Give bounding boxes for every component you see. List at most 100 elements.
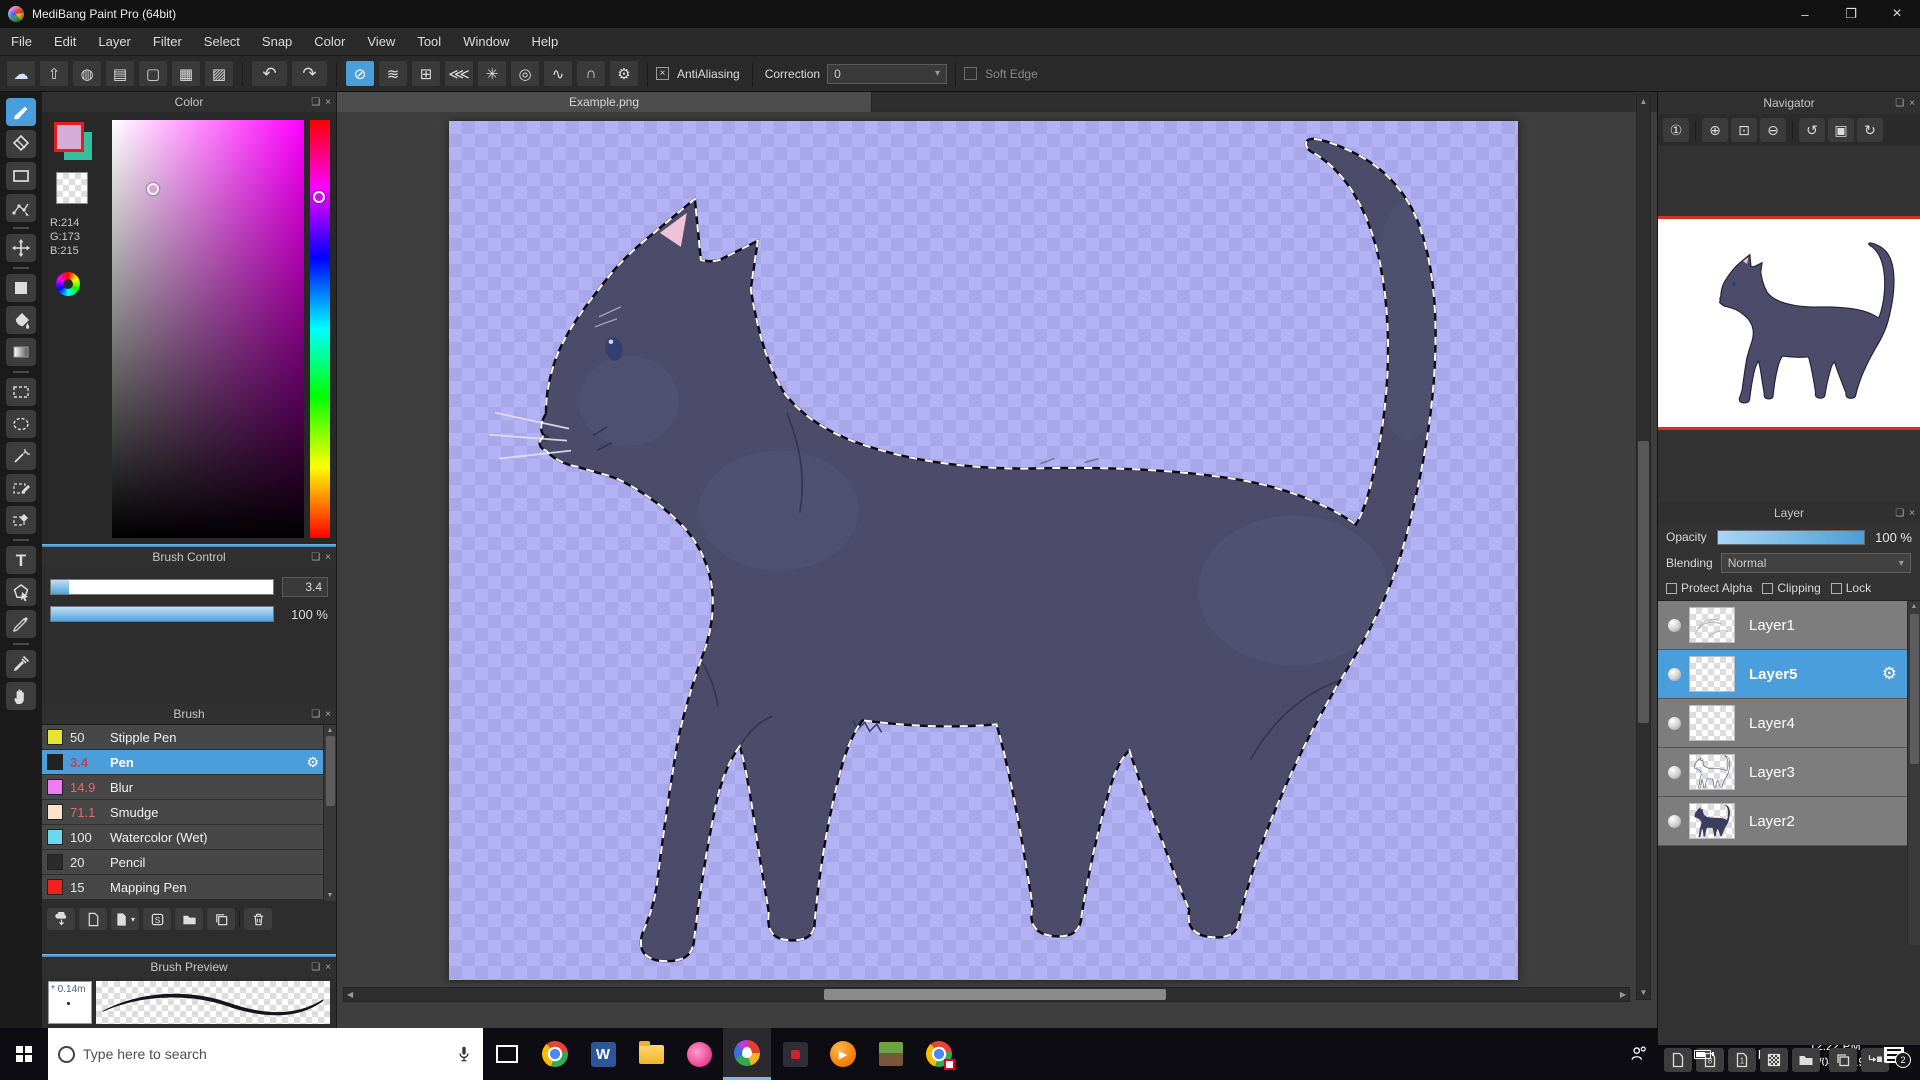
scroll-down-icon[interactable]: ▼ (327, 890, 334, 901)
soft-edge-checkbox[interactable]: Soft Edge (964, 67, 1042, 81)
minimize-button[interactable]: – (1782, 0, 1828, 28)
layer-visibility-toggle[interactable] (1668, 667, 1681, 681)
taskbar-media-player[interactable]: ▶ (819, 1028, 867, 1080)
maximize-button[interactable]: ❐ (1828, 0, 1874, 28)
microphone-icon[interactable] (455, 1045, 473, 1063)
publish-button[interactable]: ◍ (72, 60, 102, 87)
menu-layer[interactable]: Layer (87, 28, 142, 55)
bucket-tool[interactable] (6, 306, 36, 334)
popout-icon[interactable]: ❏ (1895, 98, 1904, 109)
layer-visibility-toggle[interactable] (1668, 814, 1681, 828)
taskbar-word[interactable]: W (579, 1028, 627, 1080)
text-tool[interactable]: T (6, 546, 36, 574)
control-point-tool[interactable] (6, 194, 36, 222)
hue-bar[interactable] (310, 120, 330, 538)
rotate-cw-button[interactable]: ↻ (1857, 118, 1883, 142)
close-button[interactable]: × (1874, 0, 1920, 28)
scroll-right-icon[interactable]: ▶ (1617, 990, 1629, 999)
menu-filter[interactable]: Filter (142, 28, 193, 55)
scroll-up-icon[interactable]: ▲ (1640, 95, 1648, 108)
layer-visibility-toggle[interactable] (1668, 716, 1681, 730)
people-button[interactable] (1621, 1028, 1657, 1080)
rotate-ccw-button[interactable]: ↺ (1799, 118, 1825, 142)
redo-button[interactable]: ↷ (291, 60, 328, 87)
brush-settings-gear-icon[interactable]: ⚙ (306, 754, 319, 771)
scrollbar-thumb[interactable] (824, 989, 1166, 1000)
magic-wand-tool[interactable] (6, 442, 36, 470)
brush-list-scrollbar[interactable]: ▲ ▼ (323, 725, 336, 901)
brush-folder-button[interactable] (175, 908, 203, 930)
fill-rect-tool[interactable] (6, 274, 36, 302)
layer-row-layer1[interactable]: Layer1 (1658, 601, 1907, 650)
antialiasing-checkbox[interactable]: × AntiAliasing (656, 67, 744, 81)
add-brush-menu-button[interactable]: ▾ (111, 908, 139, 930)
fit-to-screen-button[interactable]: ⊡ (1731, 118, 1757, 142)
close-icon[interactable]: × (1909, 508, 1915, 519)
download-cloud-brush-button[interactable] (47, 908, 75, 930)
duplicate-layer-button[interactable] (1829, 1048, 1857, 1072)
taskbar-browser-2[interactable] (915, 1028, 963, 1080)
color-picker-handle[interactable] (146, 182, 159, 195)
clipping-checkbox[interactable]: Clipping (1762, 581, 1821, 595)
lasso-tool[interactable] (6, 410, 36, 438)
close-icon[interactable]: × (325, 962, 331, 973)
menu-edit[interactable]: Edit (43, 28, 87, 55)
close-icon[interactable]: × (325, 97, 331, 108)
menu-color[interactable]: Color (303, 28, 356, 55)
popout-icon[interactable]: ❏ (1895, 508, 1904, 519)
cloud-button[interactable]: ☁ (6, 60, 36, 87)
brush-row-pen-selected[interactable]: 3.4 Pen ⚙ (42, 750, 323, 775)
operation-select-tool[interactable] (6, 578, 36, 606)
layer-visibility-toggle[interactable] (1668, 618, 1681, 632)
protect-alpha-checkbox[interactable]: Protect Alpha (1666, 581, 1752, 595)
select-eraser-tool[interactable] (6, 506, 36, 534)
brush-row-blur[interactable]: 14.9 Blur (42, 775, 323, 800)
add-layer-button[interactable] (1664, 1048, 1692, 1072)
start-button[interactable] (0, 1028, 48, 1080)
taskbar-dark-app[interactable] (771, 1028, 819, 1080)
lock-checkbox[interactable]: Lock (1830, 581, 1871, 595)
taskbar-minecraft[interactable] (867, 1028, 915, 1080)
menu-view[interactable]: View (356, 28, 406, 55)
vanishing-snap-button[interactable]: ⋘ (444, 60, 474, 87)
scroll-up-icon[interactable]: ▲ (327, 725, 334, 736)
canvas-vertical-scrollbar[interactable]: ▲ ▼ (1636, 94, 1651, 1000)
close-icon[interactable]: × (325, 552, 331, 563)
layer-row-layer5-selected[interactable]: Layer5 ⚙ (1658, 650, 1907, 699)
brush-size-value[interactable]: 3.4 (282, 577, 328, 597)
upload-button[interactable]: ⇧ (39, 60, 69, 87)
select-tool[interactable] (6, 378, 36, 406)
popout-icon[interactable]: ❏ (311, 962, 320, 973)
menu-file[interactable]: File (0, 28, 43, 55)
radial-snap-button[interactable]: ✳ (477, 60, 507, 87)
grid-snap-button[interactable]: ⊞ (411, 60, 441, 87)
menu-select[interactable]: Select (193, 28, 251, 55)
add-brush-button[interactable] (79, 908, 107, 930)
navigator-thumbnail[interactable] (1658, 216, 1920, 430)
scroll-left-icon[interactable]: ◀ (344, 990, 356, 999)
add-halftone-layer-button[interactable] (1760, 1048, 1788, 1072)
brush-tip-option-button[interactable]: ⊘ (345, 60, 375, 87)
layer-row-layer3[interactable]: Layer3 (1658, 748, 1907, 797)
scroll-up-icon[interactable]: ▲ (1911, 601, 1918, 612)
lasso-snap-button[interactable]: ∩ (576, 60, 606, 87)
close-icon[interactable]: × (325, 709, 331, 720)
layout-panels-button[interactable]: ▦ (171, 60, 201, 87)
brush-opacity-slider[interactable] (50, 606, 274, 622)
shape-tool[interactable] (6, 162, 36, 190)
hand-tool[interactable] (6, 682, 36, 710)
foreground-color-swatch[interactable] (54, 122, 84, 152)
brush-row-mapping-pen[interactable]: 15 Mapping Pen (42, 875, 323, 900)
eyedropper-tool[interactable] (6, 650, 36, 678)
layer-row-layer2[interactable]: Layer2 (1658, 797, 1907, 846)
layer-folder-button[interactable] (1792, 1048, 1820, 1072)
delete-brush-button[interactable] (244, 908, 272, 930)
transparent-color-swatch[interactable] (56, 172, 88, 204)
zoom-in-button[interactable]: ⊕ (1702, 118, 1728, 142)
scrollbar-thumb[interactable] (1909, 614, 1919, 764)
move-tool[interactable] (6, 234, 36, 262)
scrollbar-thumb[interactable] (1638, 441, 1649, 723)
taskbar-paint-app[interactable] (675, 1028, 723, 1080)
task-view-button[interactable] (483, 1028, 531, 1080)
add-1bit-layer-button[interactable]: 1 (1728, 1048, 1756, 1072)
